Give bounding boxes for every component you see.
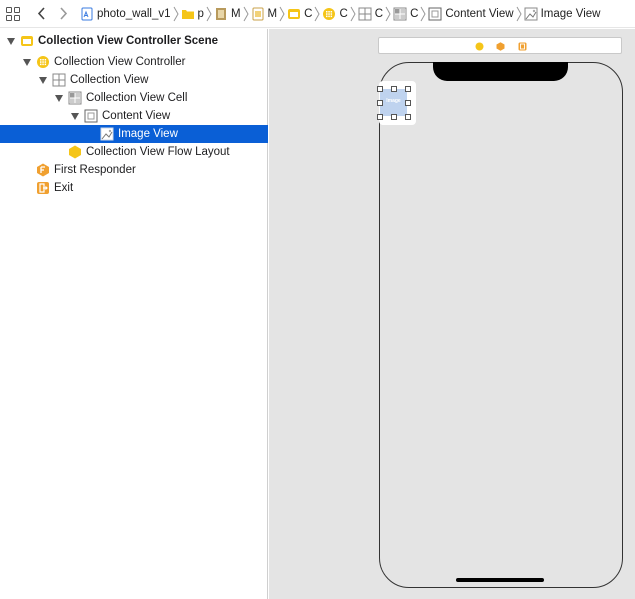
view-controller-dot-icon[interactable] (475, 42, 484, 51)
flow-layout-icon (69, 145, 81, 159)
content-view-icon (84, 109, 98, 123)
scene-icon (288, 8, 301, 19)
breadcrumb-separator-icon (385, 6, 391, 21)
crumb-label: p (197, 7, 204, 20)
device-frame: Image (377, 62, 623, 588)
crumb-content-view[interactable]: Content View (428, 0, 514, 27)
related-items-grid-icon[interactable] (6, 6, 20, 21)
crumb-view-controller[interactable]: C (322, 0, 348, 27)
crumb-label: Content View (445, 7, 514, 20)
outline-row-label: First Responder (54, 164, 136, 176)
storyboard-canvas[interactable]: Image (269, 29, 635, 599)
resize-handle-top[interactable] (391, 86, 397, 92)
crumb-collection-view[interactable]: C (358, 0, 384, 27)
crumb-storyboard-base[interactable]: M (251, 0, 278, 27)
resize-handle-bottom-right[interactable] (405, 114, 411, 120)
disclosure-triangle-icon[interactable] (6, 36, 16, 46)
disclosure-triangle-icon[interactable] (22, 57, 32, 67)
breadcrumb-separator-icon (206, 6, 212, 21)
outline-row-label: Collection View Cell (86, 92, 188, 104)
exit-icon (37, 182, 49, 194)
outline-row-label: Collection View Controller Scene (38, 35, 218, 47)
crumb-scene[interactable]: C (287, 0, 313, 27)
crumb-storyboard[interactable]: M (214, 0, 241, 27)
folder-icon (181, 9, 194, 19)
storyboard-base-icon (252, 7, 264, 20)
image-view-icon (524, 7, 538, 20)
crumb-label: C (339, 7, 348, 20)
scene-dock[interactable] (378, 37, 622, 54)
crumb-label: C (410, 7, 419, 20)
breadcrumb-separator-icon (243, 6, 249, 21)
outline-row-label: Image View (118, 128, 178, 140)
resize-handle-right[interactable] (405, 100, 411, 106)
storyboard-file-icon (215, 7, 226, 20)
outline-row-first-responder[interactable]: First Responder (0, 161, 268, 179)
crumb-label: C (304, 7, 313, 20)
outline-row-scene[interactable]: Collection View Controller Scene (0, 32, 268, 50)
collection-view-cell[interactable]: Image (377, 81, 416, 125)
outline-row-label: Collection View Flow Layout (86, 146, 230, 158)
collection-view-icon (358, 7, 372, 20)
image-view-icon (100, 127, 114, 141)
crumb-label: photo_wall_v1 (97, 7, 171, 20)
crumb-folder[interactable]: p (181, 0, 204, 27)
outline-row-collection-view-cell[interactable]: Collection View Cell (0, 89, 268, 107)
back-chevron-icon[interactable] (34, 7, 48, 21)
content-view-icon (428, 7, 442, 20)
outline-row-image-view[interactable]: Image View (0, 125, 268, 143)
collection-view-cell-icon (68, 91, 82, 105)
image-view-label: Image (386, 98, 401, 104)
first-responder-icon (37, 163, 49, 177)
outline-row-label: Content View (102, 110, 171, 122)
crumb-image-view[interactable]: Image View (524, 0, 601, 27)
view-controller-icon (323, 7, 336, 20)
outline-row-label: Exit (54, 182, 74, 194)
exit-dot-icon[interactable] (518, 42, 527, 51)
disclosure-triangle-icon[interactable] (54, 93, 64, 103)
crumb-label: M (230, 7, 241, 20)
view-controller-icon (37, 56, 49, 68)
home-indicator (456, 578, 544, 582)
breadcrumb-separator-icon (279, 6, 285, 21)
crumb-label: C (374, 7, 384, 20)
breadcrumb-separator-icon (420, 6, 426, 21)
breadcrumb-separator-icon (350, 6, 356, 21)
outline-row-exit[interactable]: Exit (0, 179, 268, 197)
first-responder-dot-icon[interactable] (496, 42, 505, 51)
collection-view-icon (52, 73, 66, 87)
breadcrumb-separator-icon (173, 6, 179, 21)
crumb-label: Image View (540, 7, 601, 20)
resize-handle-top-left[interactable] (377, 86, 383, 92)
outline-row-label: Collection View Controller (54, 56, 186, 68)
resize-handle-top-right[interactable] (405, 86, 411, 92)
image-view[interactable]: Image (380, 89, 407, 116)
project-file-icon (81, 7, 93, 20)
disclosure-triangle-icon[interactable] (70, 111, 80, 121)
outline-row-collection-view[interactable]: Collection View (0, 71, 268, 89)
document-outline: Collection View Controller Scene Collect… (0, 29, 268, 599)
outline-row-label: Collection View (70, 74, 149, 86)
collection-view-cell-icon (393, 7, 407, 20)
resize-handle-bottom-left[interactable] (377, 114, 383, 120)
breadcrumb-separator-icon (315, 6, 321, 21)
breadcrumb-separator-icon (516, 6, 522, 21)
resize-handle-left[interactable] (377, 100, 383, 106)
outline-row-view-controller[interactable]: Collection View Controller (0, 53, 268, 71)
crumb-collection-view-cell[interactable]: C (393, 0, 419, 27)
device-notch (433, 62, 568, 81)
jump-bar: photo_wall_v1 p M M C C C C Content View (0, 0, 635, 28)
outline-row-content-view[interactable]: Content View (0, 107, 268, 125)
outline-row-flow-layout[interactable]: Collection View Flow Layout (0, 143, 268, 161)
resize-handle-bottom[interactable] (391, 114, 397, 120)
disclosure-triangle-icon[interactable] (38, 75, 48, 85)
crumb-project[interactable]: photo_wall_v1 (80, 0, 171, 27)
forward-chevron-icon[interactable] (56, 7, 70, 21)
crumb-label: M (267, 7, 278, 20)
scene-icon (21, 36, 33, 46)
